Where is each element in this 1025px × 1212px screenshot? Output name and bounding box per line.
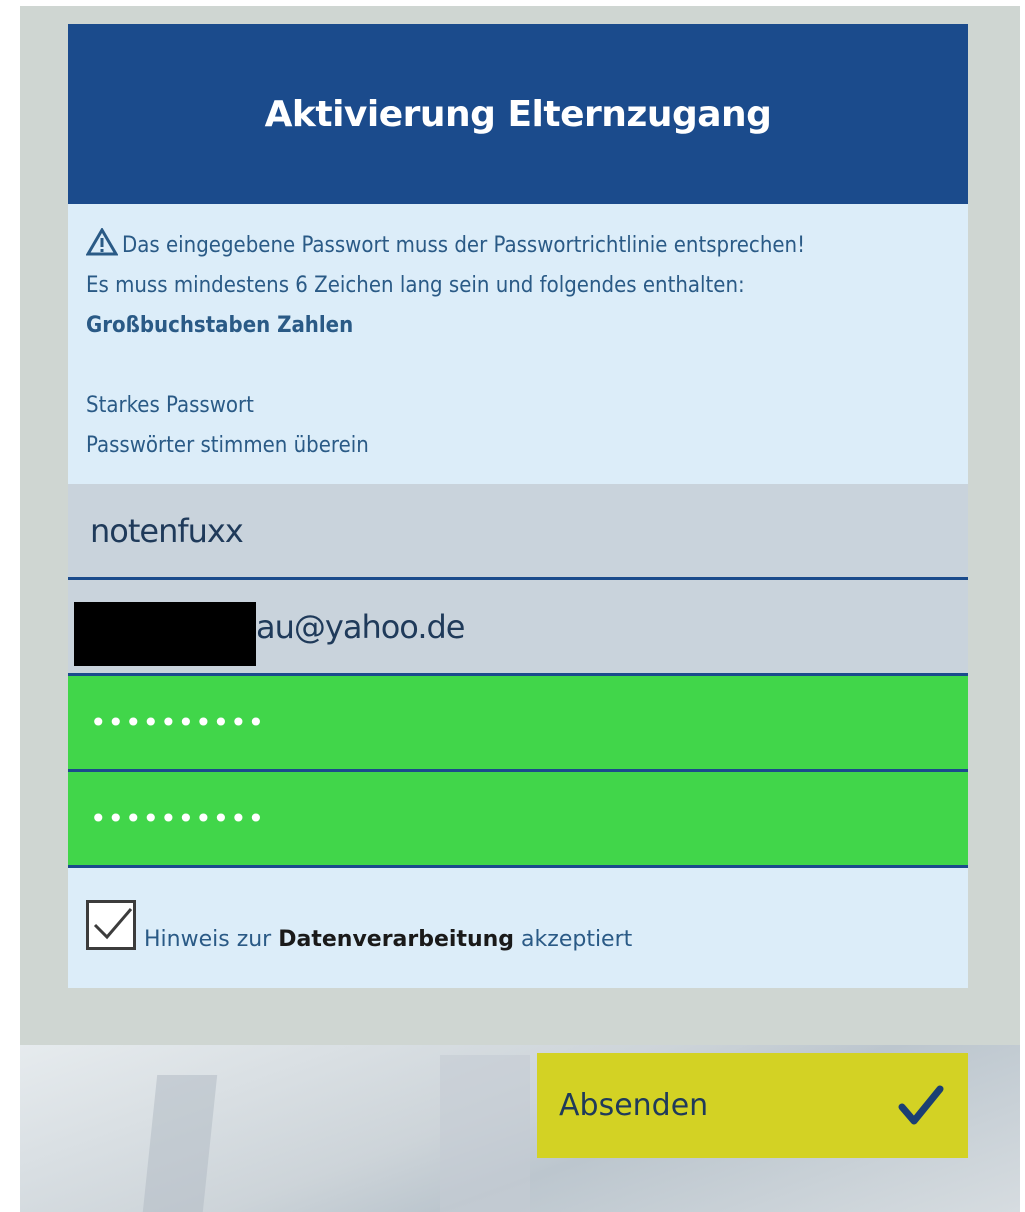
username-field[interactable]: notenfuxx (68, 484, 968, 580)
form-header: Aktivierung Elternzugang (68, 24, 968, 204)
username-value: notenfuxx (90, 511, 244, 550)
warning-text: Das eingegebene Passwort muss der Passwo… (122, 233, 806, 258)
activation-form: Aktivierung Elternzugang Das eingegebene… (68, 24, 968, 988)
submit-button[interactable]: Absenden (537, 1053, 968, 1158)
requirement-list: Großbuchstaben Zahlen (86, 313, 354, 338)
page-title: Aktivierung Elternzugang (264, 93, 772, 135)
password-confirm-field[interactable]: •••••••••• (68, 772, 968, 868)
submit-label: Absenden (559, 1088, 709, 1123)
consent-suffix: akzeptiert (521, 926, 633, 952)
password-confirm-value: •••••••••• (90, 802, 266, 835)
consent-prefix: Hinweis zur (144, 926, 272, 952)
redaction-bar (74, 602, 256, 666)
password-strength-status: Starkes Passwort (86, 393, 254, 418)
password-match-status: Passwörter stimmen überein (86, 433, 369, 458)
email-field[interactable]: au@yahoo.de (68, 580, 968, 676)
checkmark-icon (898, 1085, 944, 1124)
warning-triangle-icon (86, 228, 118, 256)
data-processing-link[interactable]: Datenverarbeitung (278, 927, 514, 952)
warning-line: Das eingegebene Passwort muss der Passwo… (86, 226, 950, 266)
checkmark-icon (93, 908, 133, 940)
password-field[interactable]: •••••••••• (68, 676, 968, 772)
consent-row: Hinweis zur Datenverarbeitung akzeptiert (68, 868, 968, 988)
consent-checkbox[interactable] (86, 900, 136, 950)
consent-label: Hinweis zur Datenverarbeitung akzeptiert (144, 927, 632, 952)
password-value: •••••••••• (90, 706, 266, 739)
length-requirement: Es muss mindestens 6 Zeichen lang sein u… (86, 273, 745, 298)
password-policy-notes: Das eingegebene Passwort muss der Passwo… (68, 204, 968, 484)
